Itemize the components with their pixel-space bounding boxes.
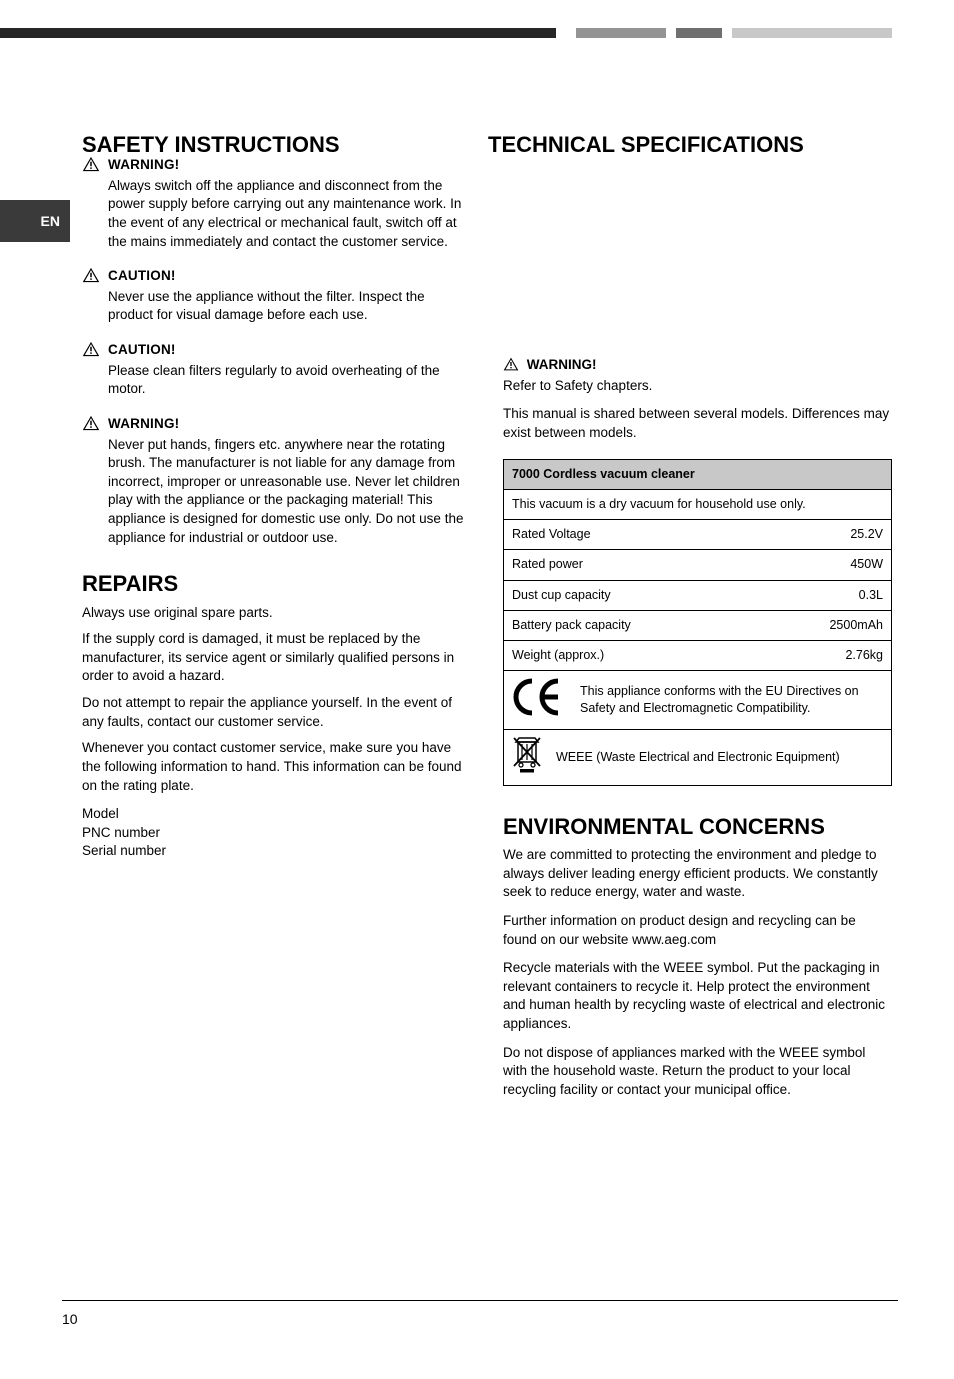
spec-intro-warn: WARNING!	[503, 356, 892, 377]
table-row: This appliance conforms with the EU Dire…	[504, 671, 892, 729]
header-divider	[0, 28, 954, 38]
info-serial: Serial number	[82, 842, 471, 861]
table-row: Weight (approx.)2.76kg	[504, 641, 892, 671]
warning-icon	[503, 357, 519, 377]
spec-cell: 0.3L	[750, 580, 891, 610]
weee-text: WEEE (Waste Electrical and Electronic Eq…	[556, 749, 840, 766]
table-row: Rated power450W	[504, 550, 892, 580]
ce-mark-icon	[512, 677, 566, 722]
table-row: Rated Voltage25.2V	[504, 520, 892, 550]
spec-intro-warn-body: Refer to Safety chapters.	[503, 377, 892, 396]
env-p3: Recycle materials with the WEEE symbol. …	[503, 959, 892, 1034]
repairs-p2: If the supply cord is damaged, it must b…	[82, 630, 471, 686]
info-pnc: PNC number	[82, 824, 471, 843]
spec-table: 7000 Cordless vacuum cleaner This vacuum…	[503, 459, 892, 786]
spec-cell: 2500mAh	[750, 610, 891, 640]
spec-cell: This vacuum is a dry vacuum for househol…	[504, 489, 892, 519]
env-p2: Further information on product design an…	[503, 912, 892, 949]
spec-intro-p1: This manual is shared between several mo…	[503, 405, 892, 442]
caution-block-2: CAUTION!	[82, 341, 471, 360]
caution-label: CAUTION!	[108, 341, 176, 360]
caution-body-2: Please clean filters regularly to avoid …	[108, 362, 471, 399]
info-model: Model	[82, 805, 471, 824]
page-number: 10	[62, 1311, 78, 1327]
right-section-title: TECHNICAL SPECIFICATIONS	[488, 132, 804, 158]
caution-body-1: Never use the appliance without the filt…	[108, 288, 471, 325]
heading-repairs: REPAIRS	[82, 569, 471, 599]
caution-label: CAUTION!	[108, 267, 176, 286]
env-p1: We are committed to protecting the envir…	[503, 846, 892, 902]
spec-cell: Dust cup capacity	[504, 580, 751, 610]
spec-cell: Rated Voltage	[504, 520, 751, 550]
table-row: Battery pack capacity2500mAh	[504, 610, 892, 640]
weee-icon	[512, 736, 542, 779]
repairs-p3: Do not attempt to repair the appliance y…	[82, 694, 471, 731]
ce-text: This appliance conforms with the EU Dire…	[580, 683, 883, 717]
warning-icon	[82, 156, 100, 172]
spec-cell: Battery pack capacity	[504, 610, 751, 640]
repairs-p1: Always use original spare parts.	[82, 604, 471, 623]
warning-label: WARNING!	[108, 415, 179, 434]
inline-warning-label: WARNING!	[527, 357, 597, 372]
table-row: WEEE (Waste Electrical and Electronic Eq…	[504, 729, 892, 785]
repairs-p4: Whenever you contact customer service, m…	[82, 739, 471, 795]
warning-body-2: Never put hands, fingers etc. anywhere n…	[108, 436, 471, 548]
spec-cell: 25.2V	[750, 520, 891, 550]
footer-divider	[62, 1300, 898, 1301]
warning-block-2: WARNING!	[82, 415, 471, 434]
spec-cell: 450W	[750, 550, 891, 580]
right-column: WARNING! Refer to Safety chapters. This …	[503, 150, 892, 1100]
spec-cell: Rated power	[504, 550, 751, 580]
warning-body-1: Always switch off the appliance and disc…	[108, 177, 471, 252]
warning-icon	[82, 341, 100, 357]
warning-block-1: WARNING!	[82, 156, 471, 175]
warning-icon	[82, 415, 100, 431]
caution-block-1: CAUTION!	[82, 267, 471, 286]
table-row: Dust cup capacity0.3L	[504, 580, 892, 610]
left-section-title: SAFETY INSTRUCTIONS	[82, 132, 340, 158]
table-row: This vacuum is a dry vacuum for househol…	[504, 489, 892, 519]
left-column: WARNING! Always switch off the appliance…	[82, 150, 471, 1100]
spec-cell: 2.76kg	[750, 641, 891, 671]
language-tab: EN	[0, 200, 70, 242]
spec-cell: Weight (approx.)	[504, 641, 751, 671]
env-p4: Do not dispose of appliances marked with…	[503, 1044, 892, 1100]
warning-label: WARNING!	[108, 156, 179, 175]
spec-table-header: 7000 Cordless vacuum cleaner	[504, 459, 892, 489]
warning-icon	[82, 267, 100, 283]
heading-env: ENVIRONMENTAL CONCERNS	[503, 812, 892, 842]
